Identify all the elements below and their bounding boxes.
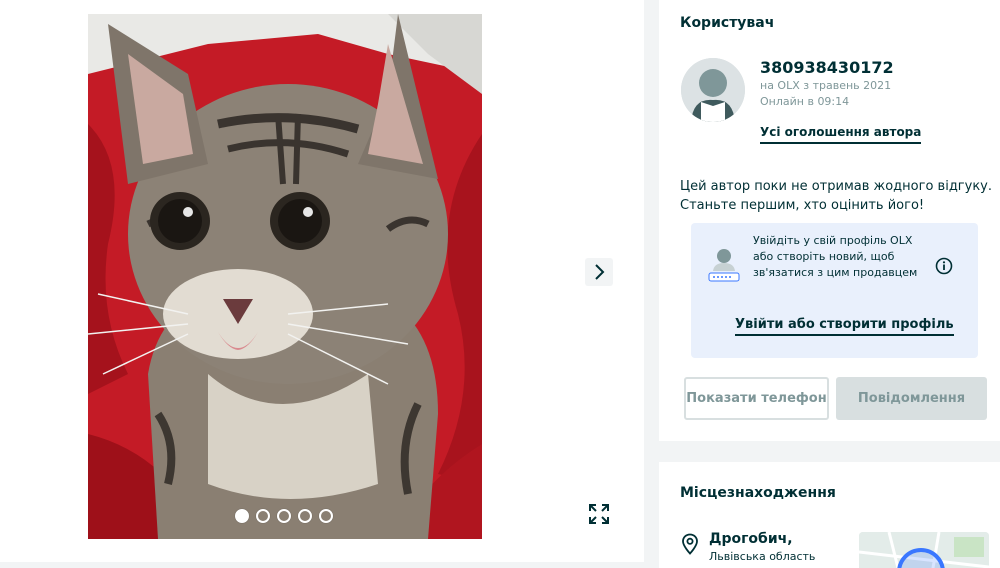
location-city: Дрогобич, (709, 531, 793, 547)
expand-icon (589, 504, 609, 524)
location-card: Місцезнаходження Дрогобич, Львівська обл… (659, 462, 1000, 568)
listing-photo[interactable] (88, 14, 482, 539)
login-or-register-link[interactable]: Увійти або створити профіль (735, 317, 954, 336)
gallery-dot-1[interactable] (235, 509, 249, 523)
seller-name: 380938430172 (760, 58, 894, 77)
location-region: Львівська область (709, 550, 816, 563)
chevron-right-icon (595, 264, 605, 280)
seller-card: Користувач 380938430172 на OLX з травень… (659, 0, 1000, 441)
show-phone-button[interactable]: Показати телефон (684, 377, 829, 420)
location-card-title: Місцезнаходження (680, 485, 836, 501)
login-prompt-box: Увійдіть у свій профіль OLX або створіть… (691, 223, 978, 358)
location-pin-icon (682, 533, 698, 555)
avatar (681, 58, 745, 122)
info-icon[interactable] (935, 257, 953, 275)
gallery-dot-3[interactable] (277, 509, 291, 523)
login-illustration-icon (708, 249, 740, 282)
gallery-pagination (235, 509, 333, 523)
seller-card-title: Користувач (680, 15, 775, 31)
next-photo-button[interactable] (585, 258, 613, 286)
last-online: Онлайн в 09:14 (760, 95, 850, 108)
photo-gallery (0, 0, 644, 562)
map-preview-icon (859, 532, 989, 568)
gallery-dot-4[interactable] (298, 509, 312, 523)
map-thumbnail[interactable] (859, 532, 989, 568)
fullscreen-button[interactable] (585, 500, 613, 528)
all-ads-link[interactable]: Усі оголошення автора (760, 125, 922, 144)
no-reviews-text: Цей автор поки не отримав жодного відгук… (680, 179, 993, 213)
login-prompt-text: Увійдіть у свій профіль OLX або створіть… (753, 234, 918, 279)
member-since: на OLX з травень 2021 (760, 79, 892, 92)
message-button[interactable]: Повідомлення (836, 377, 987, 420)
gallery-dot-5[interactable] (319, 509, 333, 523)
gallery-dot-2[interactable] (256, 509, 270, 523)
user-avatar-icon (681, 58, 745, 122)
